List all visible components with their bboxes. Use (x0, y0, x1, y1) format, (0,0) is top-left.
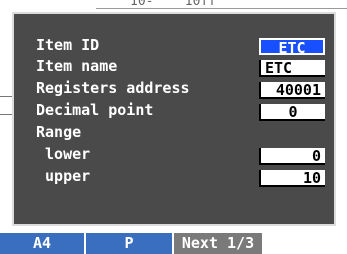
registers-address-field[interactable]: 40001 (259, 82, 325, 99)
label-lower: lower (36, 145, 91, 163)
decimal-point-field[interactable]: 0 (259, 104, 325, 121)
label-upper: upper (36, 167, 91, 185)
softkey-next-page[interactable]: Next 1/3 (174, 233, 262, 254)
range-upper-field[interactable]: 10 (259, 170, 325, 187)
range-lower-field[interactable]: 0 (259, 148, 325, 165)
label-item-name: Item name (36, 57, 118, 75)
background-tick (0, 96, 12, 97)
background-tick (0, 114, 12, 115)
label-range: Range (36, 123, 82, 141)
item-name-field[interactable]: ETC (259, 60, 325, 77)
softkey-a4[interactable]: A4 (0, 233, 84, 254)
background-fragment-text: 10- 10ff (130, 0, 217, 9)
softkey-p[interactable]: P (86, 233, 172, 254)
label-item-id: Item ID (36, 36, 100, 54)
label-registers-address: Registers address (36, 79, 190, 97)
item-id-field[interactable]: ETC (259, 38, 325, 57)
label-decimal-point: Decimal point (36, 101, 154, 119)
